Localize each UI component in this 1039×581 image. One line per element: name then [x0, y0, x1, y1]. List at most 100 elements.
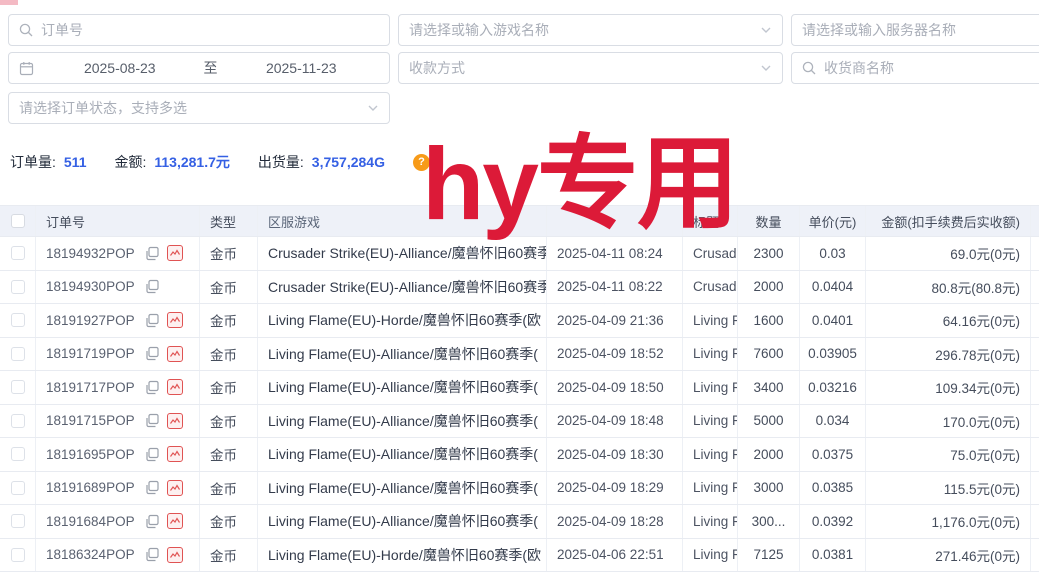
copy-icon[interactable]	[145, 313, 160, 328]
order-status-select[interactable]: 请选择订单状态，支持多选	[8, 92, 390, 124]
amount-cell: 109.34元(0元)	[866, 371, 1031, 404]
order-number-cell: 18191927POP	[36, 304, 200, 337]
row-checkbox[interactable]	[11, 447, 25, 461]
chevron-down-icon	[367, 102, 379, 114]
shipment-stat: 出货量: 3,757,284G	[258, 152, 385, 172]
image-icon[interactable]	[167, 480, 183, 496]
row-icons	[145, 312, 183, 328]
type-cell: 金币	[200, 338, 258, 371]
title-cell: Crusade	[683, 271, 738, 304]
date-end-value[interactable]: 2025-11-23	[224, 60, 380, 76]
type-cell: 金币	[200, 237, 258, 270]
row-checkbox[interactable]	[11, 380, 25, 394]
column-header: 标题	[683, 206, 738, 236]
title-cell: Crusade	[683, 237, 738, 270]
date-range-picker[interactable]: 2025-08-23 至 2025-11-23	[8, 52, 390, 84]
copy-icon[interactable]	[145, 246, 160, 261]
unit-price-cell: 0.0375	[800, 438, 866, 471]
copy-icon[interactable]	[145, 547, 160, 562]
extra-cell	[1031, 237, 1039, 270]
game-server-cell: Living Flame(EU)-Horde/魔兽怀旧60赛季(欧	[258, 304, 547, 337]
copy-icon[interactable]	[145, 447, 160, 462]
row-icons	[145, 446, 183, 462]
quantity-cell: 2000	[738, 271, 800, 304]
copy-icon[interactable]	[145, 346, 160, 361]
column-header: 单价(元)	[800, 206, 866, 236]
extra-cell	[1031, 338, 1039, 371]
row-checkbox[interactable]	[11, 313, 25, 327]
copy-icon[interactable]	[145, 514, 160, 529]
copy-icon[interactable]	[145, 413, 160, 428]
image-icon[interactable]	[167, 245, 183, 261]
title-cell: Living Fl	[683, 472, 738, 505]
type-cell: 金币	[200, 505, 258, 538]
calendar-icon	[19, 61, 34, 76]
type-cell: 金币	[200, 438, 258, 471]
time-cell: 2025-04-09 18:29	[547, 472, 683, 505]
copy-icon[interactable]	[145, 480, 160, 495]
merchant-name-input[interactable]: 收货商名称	[791, 52, 1039, 84]
row-checkbox[interactable]	[11, 347, 25, 361]
row-checkbox[interactable]	[11, 481, 25, 495]
image-icon[interactable]	[167, 513, 183, 529]
date-separator-label: 至	[198, 58, 224, 78]
image-icon[interactable]	[167, 346, 183, 362]
date-start-value[interactable]: 2025-08-23	[42, 60, 198, 76]
game-server-cell: Living Flame(EU)-Alliance/魔兽怀旧60赛季(	[258, 472, 547, 505]
row-icons	[145, 346, 183, 362]
row-icons	[145, 245, 183, 261]
shipment-label: 出货量:	[258, 152, 304, 172]
payment-method-placeholder: 收款方式	[409, 58, 465, 78]
image-icon[interactable]	[167, 547, 183, 563]
image-icon[interactable]	[167, 312, 183, 328]
merchant-name-placeholder: 收货商名称	[824, 58, 894, 78]
title-cell: Living Fl	[683, 371, 738, 404]
orders-table: 订单号类型区服游戏标题数量单价(元)金额(扣手续费后实收额) 18194932P…	[0, 205, 1039, 572]
time-cell: 2025-04-11 08:22	[547, 271, 683, 304]
server-name-placeholder: 请选择或输入服务器名称	[802, 20, 956, 40]
copy-icon[interactable]	[145, 279, 160, 294]
order-number: 18191719POP	[46, 346, 135, 361]
unit-price-cell: 0.0385	[800, 472, 866, 505]
amount-cell: 271.46元(0元)	[866, 539, 1031, 572]
amount-label: 金额:	[114, 152, 146, 172]
order-number: 18191927POP	[46, 313, 135, 328]
help-icon[interactable]: ?	[413, 154, 430, 171]
game-name-select[interactable]: 请选择或输入游戏名称	[398, 14, 783, 46]
server-name-input[interactable]: 请选择或输入服务器名称	[791, 14, 1039, 46]
payment-method-select[interactable]: 收款方式	[398, 52, 783, 84]
extra-cell	[1031, 405, 1039, 438]
row-checkbox-cell	[0, 539, 36, 572]
extra-cell	[1031, 505, 1039, 538]
row-checkbox[interactable]	[11, 246, 25, 260]
order-number: 18186324POP	[46, 547, 135, 562]
amount-cell: 75.0元(0元)	[866, 438, 1031, 471]
unit-price-cell: 0.0392	[800, 505, 866, 538]
time-cell: 2025-04-09 18:48	[547, 405, 683, 438]
select-all-checkbox[interactable]	[11, 214, 25, 228]
extra-cell	[1031, 539, 1039, 572]
row-checkbox[interactable]	[11, 514, 25, 528]
row-checkbox[interactable]	[11, 280, 25, 294]
copy-icon[interactable]	[145, 380, 160, 395]
image-icon[interactable]	[167, 379, 183, 395]
amount-cell: 170.0元(0元)	[866, 405, 1031, 438]
game-server-cell: Crusader Strike(EU)-Alliance/魔兽怀旧60赛季	[258, 237, 547, 270]
row-checkbox[interactable]	[11, 414, 25, 428]
order-number: 18194930POP	[46, 279, 135, 294]
time-cell: 2025-04-09 21:36	[547, 304, 683, 337]
image-icon[interactable]	[167, 413, 183, 429]
unit-price-cell: 0.03905	[800, 338, 866, 371]
order-number-cell: 18194930POP	[36, 271, 200, 304]
row-icons	[145, 547, 183, 563]
image-icon[interactable]	[167, 446, 183, 462]
type-cell: 金币	[200, 472, 258, 505]
title-cell: Living Fl	[683, 505, 738, 538]
row-checkbox-cell	[0, 505, 36, 538]
time-cell: 2025-04-11 08:24	[547, 237, 683, 270]
quantity-cell: 2000	[738, 438, 800, 471]
quantity-cell: 3400	[738, 371, 800, 404]
order-number-placeholder: 订单号	[41, 20, 83, 40]
row-checkbox[interactable]	[11, 548, 25, 562]
order-number-input[interactable]: 订单号	[8, 14, 390, 46]
